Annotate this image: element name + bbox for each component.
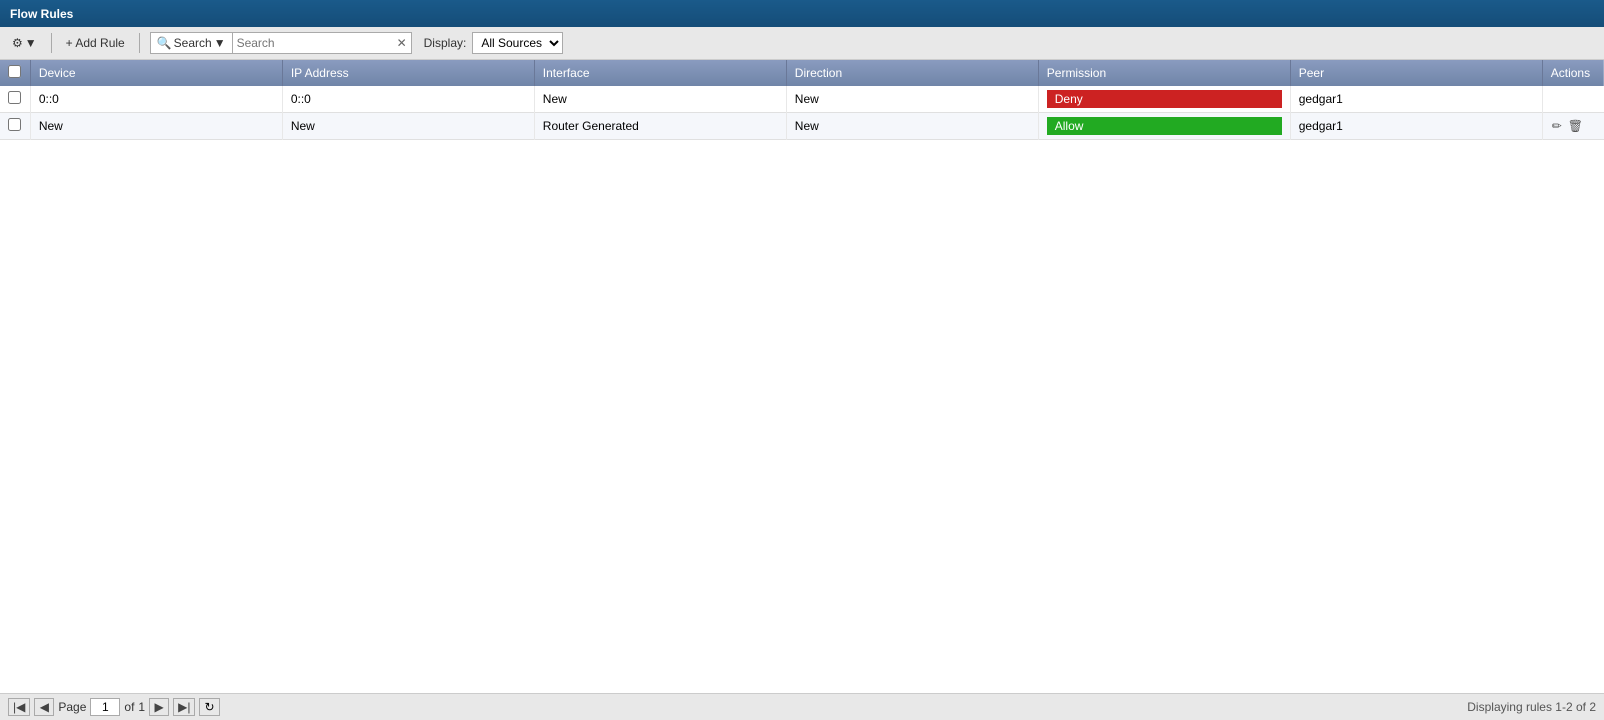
settings-dropdown-icon: ▼ bbox=[25, 36, 37, 50]
row-interface: Router Generated bbox=[534, 113, 786, 140]
header-interface: Interface bbox=[534, 60, 786, 86]
permission-deny-badge: Deny bbox=[1047, 90, 1282, 108]
settings-button[interactable]: ⚙ ▼ bbox=[8, 34, 41, 52]
row-direction: New bbox=[786, 86, 1038, 113]
table-row: 0::0 0::0 New New Deny gedgar1 bbox=[0, 86, 1604, 113]
action-icons: ✏ 🗑 bbox=[1551, 118, 1596, 134]
header-permission: Permission bbox=[1038, 60, 1290, 86]
select-all-checkbox[interactable] bbox=[8, 65, 21, 78]
row-actions bbox=[1542, 86, 1604, 113]
edit-icon: ✏ bbox=[1552, 119, 1562, 133]
table-container: Device IP Address Interface Direction Pe… bbox=[0, 60, 1604, 693]
search-clear-button[interactable]: ✕ bbox=[393, 33, 411, 53]
search-type-label: Search bbox=[174, 36, 212, 50]
row-checkbox-cell bbox=[0, 113, 30, 140]
search-type-button[interactable]: 🔍 Search ▼ bbox=[151, 33, 233, 53]
page-title: Flow Rules bbox=[10, 7, 73, 21]
add-rule-button[interactable]: + Add Rule bbox=[62, 34, 129, 52]
header-checkbox-cell bbox=[0, 60, 30, 86]
header-actions: Actions bbox=[1542, 60, 1604, 86]
delete-action-button[interactable]: 🗑 bbox=[1567, 118, 1584, 134]
total-pages: 1 bbox=[138, 700, 145, 714]
table-row: New New Router Generated New Allow gedga… bbox=[0, 113, 1604, 140]
row-peer: gedgar1 bbox=[1290, 86, 1542, 113]
sources-select[interactable]: All Sources Source 1 Source 2 bbox=[472, 32, 563, 54]
row-checkbox[interactable] bbox=[8, 91, 21, 104]
clear-icon: ✕ bbox=[397, 36, 407, 50]
edit-action-button[interactable]: ✏ bbox=[1551, 118, 1563, 134]
display-label: Display: bbox=[424, 36, 467, 50]
row-ip-address: 0::0 bbox=[282, 86, 534, 113]
search-input[interactable] bbox=[233, 33, 393, 53]
row-peer: gedgar1 bbox=[1290, 113, 1542, 140]
last-page-button[interactable]: ▶| bbox=[173, 698, 195, 716]
of-label: of bbox=[124, 700, 134, 714]
permission-allow-badge: Allow bbox=[1047, 117, 1282, 135]
first-page-button[interactable]: |◀ bbox=[8, 698, 30, 716]
refresh-button[interactable]: ↻ bbox=[199, 698, 219, 716]
footer: |◀ ◀ Page of 1 ▶ ▶| ↻ Displaying rules 1… bbox=[0, 693, 1604, 720]
row-direction: New bbox=[786, 113, 1038, 140]
page-label: Page bbox=[58, 700, 86, 714]
flow-rules-table: Device IP Address Interface Direction Pe… bbox=[0, 60, 1604, 140]
refresh-icon: ↻ bbox=[204, 700, 214, 714]
table-header-row: Device IP Address Interface Direction Pe… bbox=[0, 60, 1604, 86]
search-group: 🔍 Search ▼ ✕ bbox=[150, 32, 412, 54]
row-interface: New bbox=[534, 86, 786, 113]
header-peer: Peer bbox=[1290, 60, 1542, 86]
row-ip-address: New bbox=[282, 113, 534, 140]
next-page-button[interactable]: ▶ bbox=[149, 698, 169, 716]
header-device: Device bbox=[30, 60, 282, 86]
add-rule-label: + Add Rule bbox=[66, 36, 125, 50]
table-body: 0::0 0::0 New New Deny gedgar1 bbox=[0, 86, 1604, 140]
gear-icon: ⚙ bbox=[12, 36, 23, 50]
toolbar: ⚙ ▼ + Add Rule 🔍 Search ▼ ✕ Display: All… bbox=[0, 27, 1604, 60]
prev-page-button[interactable]: ◀ bbox=[34, 698, 54, 716]
row-checkbox[interactable] bbox=[8, 118, 21, 131]
header-ip-address: IP Address bbox=[282, 60, 534, 86]
row-permission: Deny bbox=[1038, 86, 1290, 113]
header-direction: Direction bbox=[786, 60, 1038, 86]
row-permission: Allow bbox=[1038, 113, 1290, 140]
row-device: New bbox=[30, 113, 282, 140]
row-checkbox-cell bbox=[0, 86, 30, 113]
search-icon: 🔍 bbox=[157, 36, 172, 50]
displaying-text: Displaying rules 1-2 of 2 bbox=[1467, 700, 1596, 714]
row-device: 0::0 bbox=[30, 86, 282, 113]
title-bar: Flow Rules bbox=[0, 0, 1604, 27]
search-dropdown-icon: ▼ bbox=[214, 36, 226, 50]
toolbar-separator-2 bbox=[139, 33, 140, 53]
toolbar-separator-1 bbox=[51, 33, 52, 53]
page-input[interactable] bbox=[90, 698, 120, 716]
row-actions: ✏ 🗑 bbox=[1542, 113, 1604, 140]
trash-icon: 🗑 bbox=[1568, 119, 1583, 133]
